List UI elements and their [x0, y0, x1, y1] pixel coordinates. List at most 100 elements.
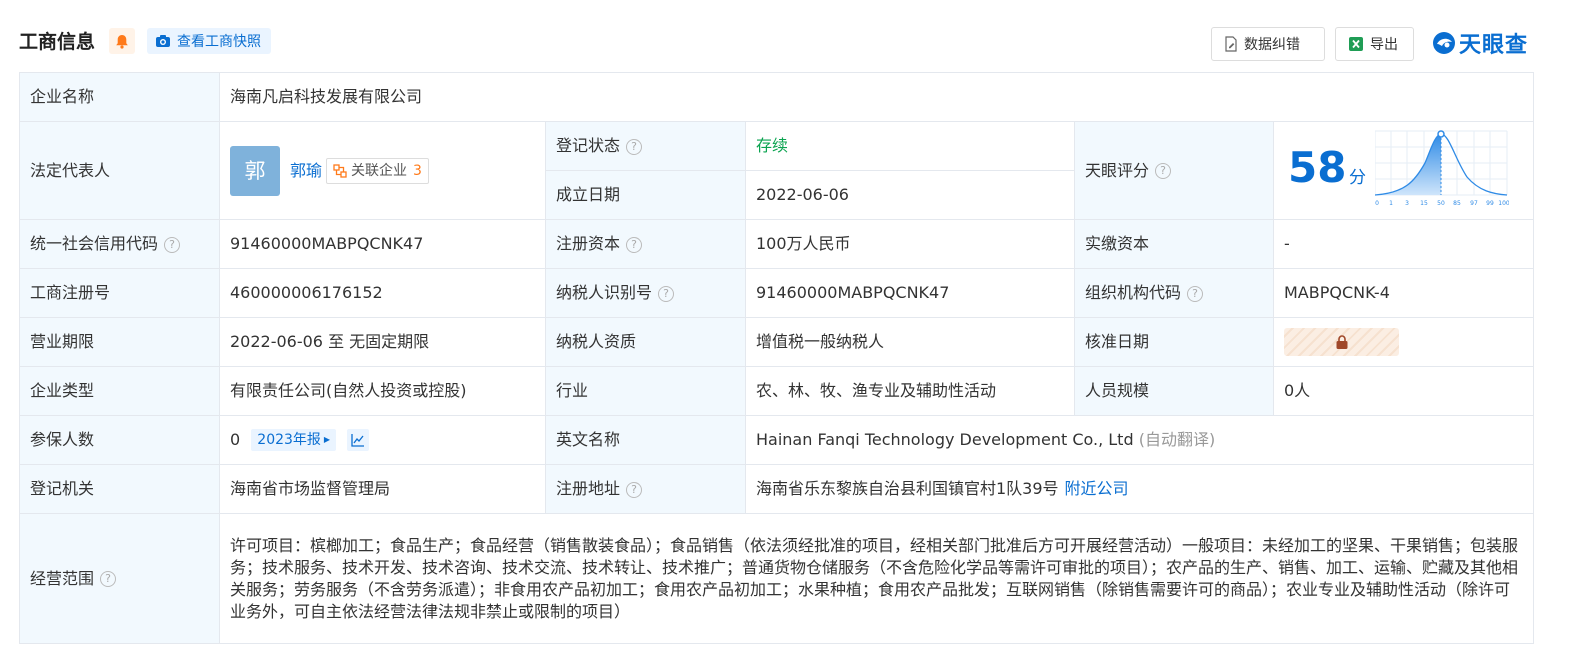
company-type-value: 有限责任公司(自然人投资或控股) [219, 366, 546, 416]
table-row: 工商注册号 460000006176152 纳税人识别号? 91460000MA… [19, 268, 1535, 318]
axis-tick: 3 [1405, 200, 1409, 207]
taxpayer-id-label-text: 纳税人识别号 [556, 283, 653, 302]
score-marker [1437, 129, 1445, 138]
caret-right-icon: ▶ [323, 435, 331, 445]
reg-address-label: 注册地址? [545, 464, 746, 514]
reg-authority-label: 登记机关 [19, 464, 220, 514]
axis-tick: 85 [1453, 200, 1461, 207]
table-row: 登记机关 海南省市场监督管理局 注册地址? 海南省乐东黎族自治县利国镇官村1队3… [19, 464, 1535, 514]
related-companies-count: 3 [413, 162, 422, 179]
english-name-value: Hainan Fanqi Technology Development Co.,… [756, 430, 1134, 449]
bell-icon[interactable] [109, 28, 135, 54]
industry-label: 行业 [545, 366, 746, 416]
axis-tick: 100 [1498, 200, 1509, 207]
camera-icon [156, 35, 170, 47]
org-code-label: 组织机构代码? [1074, 268, 1274, 318]
industry-value: 农、林、牧、渔专业及辅助性活动 [745, 366, 1075, 416]
line-chart-icon [351, 434, 365, 447]
reg-status-label: 登记状态? [545, 121, 746, 171]
lock-icon [1336, 335, 1347, 349]
nearby-companies-link[interactable]: 附近公司 [1065, 479, 1129, 498]
help-icon[interactable]: ? [1155, 163, 1172, 179]
reg-authority-value: 海南省市场监督管理局 [219, 464, 546, 514]
related-companies-button[interactable]: 关联企业 3 [326, 157, 429, 184]
network-icon [333, 163, 347, 178]
org-code-label-text: 组织机构代码 [1085, 283, 1182, 302]
staff-size-label: 人员规模 [1074, 366, 1274, 416]
legal-rep-cell: 郭 郭瑜 关联企业 3 [219, 121, 546, 220]
table-row: 经营范围? 许可项目：槟榔加工；食品生产；食品经营（销售散装食品）；食品销售（依… [19, 513, 1535, 644]
locked-value[interactable] [1284, 328, 1399, 356]
approve-date-label: 核准日期 [1074, 317, 1274, 367]
reg-number-value: 460000006176152 [219, 268, 546, 318]
taxpayer-qual-value: 增值税一般纳税人 [745, 317, 1075, 367]
trend-chart-button[interactable] [347, 429, 370, 452]
found-date-label: 成立日期 [545, 170, 746, 220]
legal-rep-label: 法定代表人 [19, 121, 220, 220]
annual-report-button[interactable]: 2023年报 ▶ [251, 429, 337, 452]
help-icon[interactable]: ? [100, 571, 117, 587]
section-header: 工商信息 查看工商快照 数据纠错 导出 天眼查 [19, 26, 1533, 61]
scope-label: 经营范围? [19, 513, 220, 644]
export-label: 导出 [1370, 37, 1398, 53]
tianyancha-logo: 天眼查 [1432, 28, 1528, 58]
data-correction-button[interactable]: 数据纠错 [1211, 27, 1325, 61]
legal-rep-name-link[interactable]: 郭瑜 [290, 160, 322, 182]
insured-value: 0 [230, 429, 241, 449]
scope-value: 许可项目：槟榔加工；食品生产；食品经营（销售散装食品）；食品销售（依法须经批准的… [218, 513, 1535, 644]
help-icon[interactable]: ? [164, 236, 181, 253]
logo-text: 天眼查 [1459, 33, 1529, 58]
axis-tick: 0 [1375, 200, 1379, 207]
table-row: 参保人数 0 2023年报 ▶ 英文名称 Hainan Fanqi Technol… [19, 415, 1535, 465]
axis-tick: 1 [1389, 200, 1393, 207]
insured-cell: 0 2023年报 ▶ [219, 415, 546, 465]
biz-term-value: 2022-06-06 至 无固定期限 [219, 317, 546, 367]
tianyan-score-label-text: 天眼评分 [1085, 160, 1150, 180]
company-type-label: 企业类型 [19, 366, 220, 416]
table-row: 统一社会信用代码? 91460000MABPQCNK47 注册资本? 100万人… [19, 219, 1535, 269]
table-row: 营业期限 2022-06-06 至 无固定期限 纳税人资质 增值税一般纳税人 核… [19, 317, 1535, 367]
section-title: 工商信息 [19, 31, 96, 53]
excel-icon [1349, 37, 1363, 51]
table-row: 企业类型 有限责任公司(自然人投资或控股) 行业 农、林、牧、渔专业及辅助性活动… [19, 366, 1535, 416]
tianyan-score-cell[interactable]: 58 分 0 1 3 15 50 85 97 99 100 [1272, 121, 1535, 220]
credit-code-value: 91460000MABPQCNK47 [219, 219, 546, 269]
reg-capital-label: 注册资本? [545, 219, 746, 269]
reg-capital-label-text: 注册资本 [556, 234, 621, 253]
found-date-value: 2022-06-06 [745, 170, 1075, 220]
axis-tick: 97 [1470, 200, 1478, 207]
export-button[interactable]: 导出 [1335, 27, 1414, 61]
edit-doc-icon [1225, 36, 1237, 52]
help-icon[interactable]: ? [1187, 285, 1204, 302]
tianyan-score-label: 天眼评分? [1074, 121, 1274, 220]
help-icon[interactable]: ? [626, 236, 643, 253]
tianyan-score-unit: 分 [1349, 167, 1366, 188]
related-companies-label: 关联企业 [351, 162, 408, 179]
avatar[interactable]: 郭 [230, 145, 280, 196]
staff-size-value: 0人 [1272, 366, 1535, 416]
approve-date-cell [1272, 317, 1535, 367]
credit-code-label-text: 统一社会信用代码 [30, 234, 159, 253]
english-name-label: 英文名称 [545, 415, 746, 465]
score-distribution-chart: 0 1 3 15 50 85 97 99 100 [1375, 129, 1509, 207]
tianyan-score-value: 58 [1288, 142, 1347, 192]
help-icon[interactable]: ? [626, 138, 643, 155]
help-icon[interactable]: ? [658, 285, 675, 302]
axis-tick: 99 [1486, 200, 1494, 207]
credit-code-label: 统一社会信用代码? [19, 219, 220, 269]
insured-label: 参保人数 [19, 415, 220, 465]
business-info-table: 企业名称 海南凡启科技发展有限公司 法定代表人 郭 郭瑜 关联企业 3 登记状态… [19, 72, 1535, 644]
table-row: 企业名称 海南凡启科技发展有限公司 [19, 72, 1535, 122]
help-icon[interactable]: ? [626, 481, 643, 498]
axis-tick: 50 [1437, 200, 1445, 207]
paid-capital-label: 实缴资本 [1074, 219, 1274, 269]
paid-capital-value: - [1272, 219, 1535, 269]
snapshot-button[interactable]: 查看工商快照 [147, 28, 271, 54]
reg-capital-value: 100万人民币 [745, 219, 1075, 269]
reg-address-value: 海南省乐东黎族自治县利国镇官村1队39号 [756, 479, 1059, 498]
reg-status-label-text: 登记状态 [556, 136, 621, 155]
tianyancha-logo-icon [1433, 32, 1455, 54]
company-name-value: 海南凡启科技发展有限公司 [218, 72, 1535, 122]
taxpayer-id-value: 91460000MABPQCNK47 [745, 268, 1075, 318]
biz-term-label: 营业期限 [19, 317, 220, 367]
